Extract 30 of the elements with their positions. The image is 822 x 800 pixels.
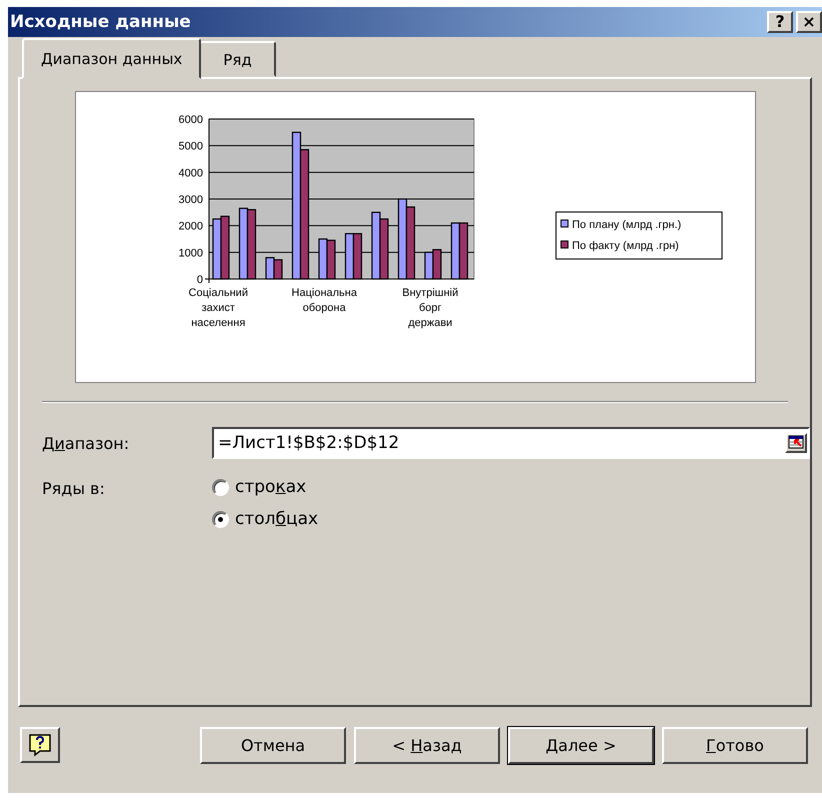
category-label: Соціальний захист населення	[188, 287, 248, 329]
collapse-dialog-button[interactable]	[785, 433, 807, 453]
category-label: Внутрішній борг держави	[402, 287, 458, 329]
axis-tick-label: 1000	[178, 247, 202, 260]
legend-label: По факту (млрд .грн)	[572, 240, 678, 252]
close-button[interactable]: ×	[796, 11, 822, 33]
legend-label: По плану (млрд .грн.)	[572, 219, 681, 231]
help-button[interactable]	[20, 727, 60, 763]
range-label: Диапазон:	[42, 434, 130, 452]
range-field[interactable]: =Лист1!$B$2:$D$12	[212, 427, 810, 459]
tab[interactable]: Диапазон данных	[22, 38, 202, 79]
axis-tick-label: 2000	[178, 220, 202, 233]
tab[interactable]: Ряд	[199, 41, 276, 77]
dialog-button[interactable]: Отмена	[200, 726, 346, 764]
help-button[interactable]: ?	[767, 11, 793, 33]
category-label: Національна оборона	[291, 287, 356, 314]
help-icon	[28, 733, 52, 757]
axis-tick-label: 0	[196, 274, 202, 286]
series-in-label: Ряды в:	[42, 478, 106, 500]
dialog-button[interactable]: < Назад	[354, 726, 500, 764]
axis-tick-label: 4000	[178, 167, 202, 180]
range-select-icon	[788, 435, 804, 449]
radio-option[interactable]: строках	[212, 477, 318, 497]
radio-option[interactable]: столбцах	[212, 509, 318, 529]
axis-tick-label: 6000	[178, 114, 202, 126]
axis-tick-label: 3000	[178, 194, 202, 206]
dialog-button[interactable]: Далее >	[508, 726, 654, 764]
window-title: Исходные данные	[10, 12, 192, 32]
axis-tick-label: 5000	[178, 140, 202, 153]
dialog-button[interactable]: Готово	[662, 726, 808, 764]
